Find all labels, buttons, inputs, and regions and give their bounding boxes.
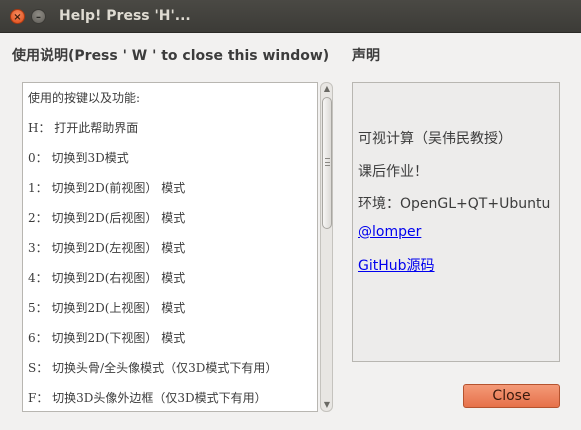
window-minimize-button[interactable]: – xyxy=(31,9,46,24)
usage-line: S： 切换头骨/全头像模式（仅3D模式下有用） xyxy=(28,361,278,375)
close-button[interactable]: Close xyxy=(463,384,560,408)
scroll-down-icon[interactable]: ▼ xyxy=(323,401,331,409)
usage-text-area[interactable]: 使用的按键以及功能: H： 打开此帮助界面 0： 切换到3D模式 1： 切换到2… xyxy=(22,82,318,412)
usage-line: F： 切换3D头像外边框（仅3D模式下有用） xyxy=(28,391,267,405)
scroll-thumb[interactable] xyxy=(322,97,332,229)
usage-line: H： 打开此帮助界面 xyxy=(28,121,139,135)
usage-line: 6： 切换到2D(下视图） 模式 xyxy=(28,331,186,345)
environment-text: 环境：OpenGL+QT+Ubuntu xyxy=(358,196,551,212)
title-bar: × – Help! Press 'H'... xyxy=(0,0,581,33)
course-text: 可视计算（吴伟民教授） xyxy=(358,131,512,147)
statement-title: 声明 xyxy=(352,48,380,64)
homework-text: 课后作业！ xyxy=(358,164,428,180)
usage-title: 使用说明(Press ' W ' to close this window) xyxy=(12,48,330,64)
usage-line: 2： 切换到2D(后视图） 模式 xyxy=(28,211,186,225)
scroll-up-icon[interactable]: ▲ xyxy=(323,85,331,93)
author-link[interactable]: @lomper xyxy=(358,224,421,240)
usage-line: 1： 切换到2D(前视图） 模式 xyxy=(28,181,186,195)
grip-icon xyxy=(325,158,330,166)
usage-scrollbar[interactable]: ▲ ▼ xyxy=(320,82,333,412)
usage-line: 使用的按键以及功能: xyxy=(28,91,141,105)
usage-line: 3： 切换到2D(左视图） 模式 xyxy=(28,241,186,255)
usage-line: 5： 切换到2D(上视图） 模式 xyxy=(28,301,186,315)
window-title: Help! Press 'H'... xyxy=(59,8,191,24)
statement-panel: 可视计算（吴伟民教授） 课后作业！ 环境：OpenGL+QT+Ubuntu @l… xyxy=(352,82,560,362)
window-close-button[interactable]: × xyxy=(10,9,25,24)
source-link[interactable]: GitHub源码 xyxy=(358,255,435,275)
usage-line: 4： 切换到2D(右视图） 模式 xyxy=(28,271,186,285)
usage-line: 0： 切换到3D模式 xyxy=(28,151,129,165)
